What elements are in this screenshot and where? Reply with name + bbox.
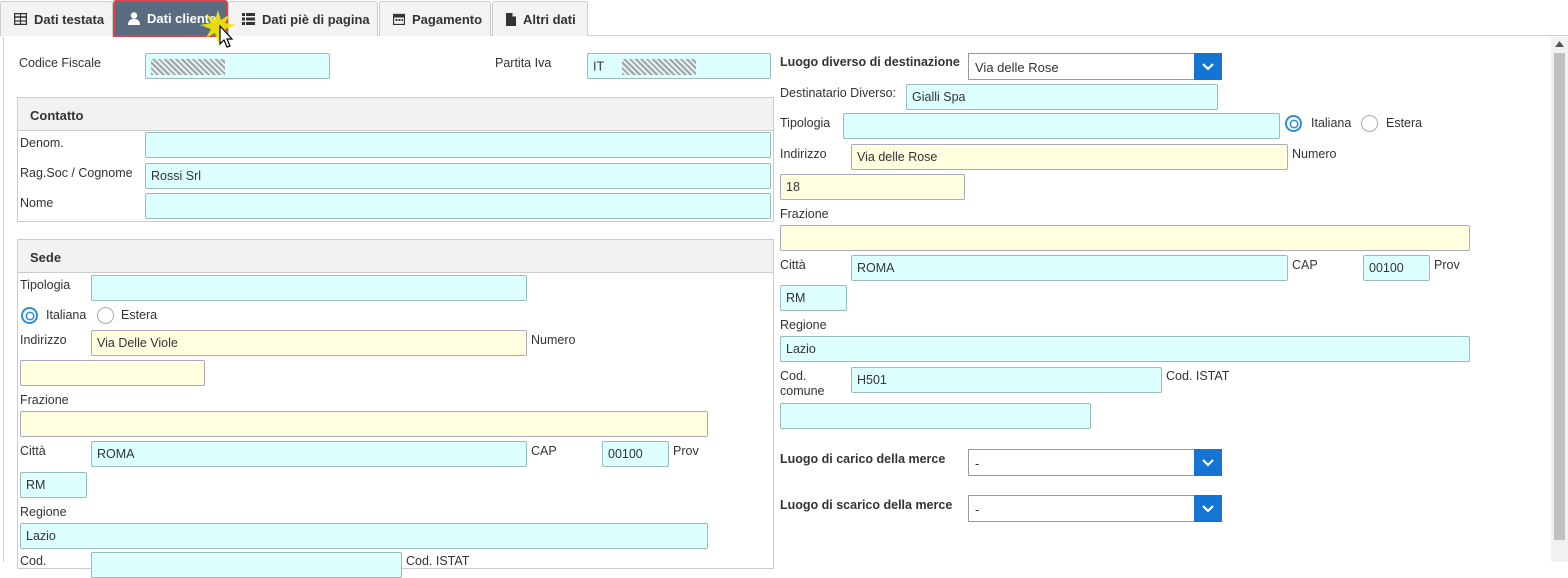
scrollbar-thumb[interactable]	[1554, 53, 1565, 540]
partita-iva-input[interactable]: IT	[587, 53, 771, 79]
dest-prov-input[interactable]: RM	[780, 285, 847, 311]
contatto-title: Contatto	[18, 98, 773, 131]
sede-regione-label: Regione	[20, 505, 67, 519]
ragsoc-label: Rag.Soc / Cognome	[20, 166, 133, 180]
nome-input[interactable]	[145, 193, 771, 219]
dest-italiana-radio[interactable]	[1285, 115, 1302, 132]
table-icon	[14, 13, 27, 25]
sede-citta-label: Città	[20, 444, 46, 458]
cod-label-line1: Cod.	[780, 369, 807, 383]
denom-label: Denom.	[20, 136, 64, 150]
luogo-diverso-value: Via delle Rose	[975, 60, 1059, 75]
sede-numero-input[interactable]	[20, 360, 205, 386]
dest-frazione-label: Frazione	[780, 207, 829, 221]
dest-estera-radio[interactable]	[1361, 115, 1378, 132]
tab-dati-pie-di-pagina[interactable]: Dati piè di pagina	[228, 1, 378, 36]
ragsoc-input[interactable]: Rossi Srl	[145, 163, 771, 189]
luogo-scarico-select[interactable]: -	[968, 495, 1222, 522]
file-icon	[506, 12, 516, 26]
scroll-up-icon[interactable]	[1555, 41, 1564, 47]
dest-frazione-input[interactable]	[780, 225, 1470, 251]
sede-frazione-input[interactable]	[20, 411, 708, 437]
dest-cod-istat-input[interactable]	[780, 403, 1091, 429]
chevron-down-icon[interactable]	[1194, 53, 1222, 80]
dest-cod-istat-label: Cod. ISTAT	[1166, 369, 1230, 383]
dest-indirizzo-label: Indirizzo	[780, 147, 827, 161]
vertical-scrollbar[interactable]	[1551, 37, 1568, 562]
dest-indirizzo-input[interactable]: Via delle Rose	[851, 144, 1288, 170]
list-icon	[242, 13, 255, 25]
sede-tipologia-label: Tipologia	[20, 278, 71, 292]
sede-estera-label: Estera	[121, 308, 158, 322]
luogo-carico-label: Luogo di carico della merce	[780, 452, 946, 466]
dest-regione-label: Regione	[780, 318, 827, 332]
dest-tipologia-input[interactable]	[843, 113, 1280, 139]
tab-label: Dati testata	[34, 11, 105, 27]
codice-fiscale-input[interactable]	[145, 53, 330, 79]
dest-citta-label: Città	[780, 258, 806, 272]
dest-numero-label: Numero	[1292, 147, 1337, 161]
dest-cap-label: CAP	[1292, 258, 1318, 272]
calendar-icon	[393, 13, 405, 25]
sede-cap-input[interactable]: 00100	[602, 441, 669, 467]
dest-cap-input[interactable]: 00100	[1363, 255, 1430, 281]
sede-estera-radio[interactable]	[97, 307, 114, 324]
luogo-carico-select[interactable]: -	[968, 449, 1222, 476]
sede-cod-comune-input[interactable]	[91, 552, 402, 578]
luogo-scarico-label: Luogo di scarico della merce	[780, 498, 953, 512]
redacted-value	[622, 59, 697, 75]
nome-label: Nome	[20, 196, 54, 210]
sede-prov-input[interactable]: RM	[20, 472, 87, 498]
sede-italiana-label: Italiana	[46, 308, 87, 322]
tab-label: Dati piè di pagina	[262, 11, 370, 27]
tab-label: Pagamento	[412, 11, 483, 27]
dest-numero-input[interactable]: 18	[780, 174, 965, 200]
dest-cod-comune-input[interactable]: H501	[851, 367, 1162, 393]
sede-regione-input[interactable]: Lazio	[20, 523, 708, 549]
sede-indirizzo-input[interactable]: Via Delle Viole	[91, 330, 527, 356]
tab-label: Altri dati	[523, 11, 576, 27]
chevron-down-icon[interactable]	[1194, 495, 1222, 522]
dest-regione-input[interactable]: Lazio	[780, 336, 1470, 362]
partita-iva-label: Partita Iva	[495, 56, 552, 70]
dest-estera-label: Estera	[1386, 116, 1423, 130]
denom-input[interactable]	[145, 132, 771, 158]
cod-label-line2: comune	[780, 384, 825, 398]
dest-tipologia-label: Tipologia	[780, 116, 831, 130]
dest-italiana-label: Italiana	[1311, 116, 1352, 130]
sede-italiana-radio[interactable]	[21, 307, 38, 324]
sede-indirizzo-label: Indirizzo	[20, 333, 67, 347]
sede-tipologia-input[interactable]	[91, 275, 527, 301]
destinatario-label: Destinatario Diverso:	[780, 86, 897, 100]
destinatario-input[interactable]: Gialli Spa	[906, 84, 1218, 110]
tab-pagamento[interactable]: Pagamento	[379, 1, 491, 36]
sede-frazione-label: Frazione	[20, 393, 69, 407]
tab-dati-testata[interactable]: Dati testata	[0, 1, 113, 36]
sede-citta-input[interactable]: ROMA	[91, 441, 527, 467]
luogo-carico-value: -	[975, 456, 980, 471]
sede-cap-label: CAP	[531, 444, 557, 458]
luogo-scarico-value: -	[975, 502, 980, 517]
dest-cod-comune-label: Cod. comune	[780, 369, 824, 399]
tab-altri-dati[interactable]: Altri dati	[492, 1, 588, 36]
luogo-diverso-label: Luogo diverso di destinazione	[780, 55, 960, 69]
luogo-diverso-select[interactable]: Via delle Rose	[968, 53, 1222, 80]
codice-fiscale-label: Codice Fiscale	[19, 56, 101, 70]
sede-title: Sede	[18, 240, 773, 273]
dest-prov-label: Prov	[1434, 258, 1460, 272]
redacted-value	[151, 59, 225, 75]
user-icon	[128, 12, 140, 25]
sede-numero-label: Numero	[531, 333, 576, 347]
dest-citta-input[interactable]: ROMA	[851, 255, 1288, 281]
partita-iva-prefix: IT	[593, 59, 605, 74]
chevron-down-icon[interactable]	[1194, 449, 1222, 476]
sede-prov-label: Prov	[673, 444, 699, 458]
